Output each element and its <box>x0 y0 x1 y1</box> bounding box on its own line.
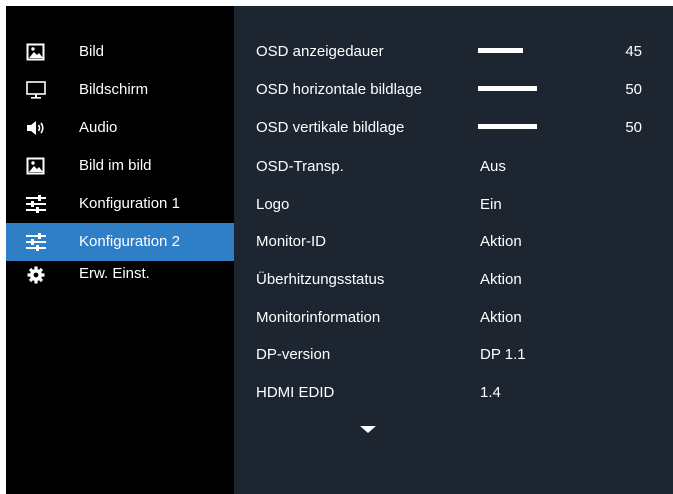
setting-label: OSD-Transp. <box>256 158 344 175</box>
setting-row-osd-horizontale-bildlage[interactable]: OSD horizontale bildlage 50 <box>234 72 673 108</box>
sidebar-item-label: Bildschirm <box>79 81 149 98</box>
setting-row-osd-vertikale-bildlage[interactable]: OSD vertikale bildlage 50 <box>234 110 673 146</box>
settings-panel: OSD anzeigedauer 45 OSD horizontale bild… <box>234 6 673 494</box>
sidebar-item-label: Konfiguration 1 <box>79 195 180 212</box>
sliders-icon <box>26 233 46 251</box>
setting-label: DP-version <box>256 346 331 363</box>
setting-row-hdmi-edid[interactable]: HDMI EDID 1.4 <box>234 375 673 411</box>
setting-slider[interactable] <box>478 86 568 91</box>
sidebar-item-bildschirm[interactable]: Bildschirm <box>6 71 234 109</box>
sliders-icon <box>26 195 46 213</box>
setting-value: DP 1.1 <box>480 346 526 363</box>
setting-row-logo[interactable]: Logo Ein <box>234 187 673 223</box>
monitor-icon <box>26 81 46 99</box>
setting-row-dp-version[interactable]: DP-version DP 1.1 <box>234 337 673 373</box>
setting-slider-value: 45 <box>625 43 642 60</box>
setting-value: Ein <box>480 196 502 213</box>
setting-value: 1.4 <box>480 384 501 401</box>
gear-icon <box>26 266 46 284</box>
sidebar-item-label: Konfiguration 2 <box>79 233 180 250</box>
setting-value: Aktion <box>480 271 522 288</box>
sidebar-item-label: Bild im bild <box>79 157 152 174</box>
setting-label: OSD horizontale bildlage <box>256 81 422 98</box>
sidebar-item-label: Erw. Einst. <box>79 265 150 282</box>
setting-label: Monitorinformation <box>256 309 381 326</box>
setting-slider[interactable] <box>478 124 568 129</box>
picture-icon <box>26 43 46 61</box>
sidebar-item-erw-einst[interactable]: Erw. Einst. <box>6 261 234 291</box>
setting-row-monitor-id[interactable]: Monitor-ID Aktion <box>234 224 673 260</box>
setting-slider[interactable] <box>478 48 568 53</box>
picture-in-picture-icon <box>26 157 46 175</box>
setting-value: Aus <box>480 158 506 175</box>
setting-label: Logo <box>256 196 290 213</box>
setting-label: OSD anzeigedauer <box>256 43 384 60</box>
setting-label: Überhitzungsstatus <box>256 271 385 288</box>
sidebar-item-label: Bild <box>79 43 105 60</box>
setting-label: HDMI EDID <box>256 384 335 401</box>
osd-menu: Bild Bildschirm Audio Bild im bild Konfi… <box>6 6 673 494</box>
setting-row-ueberhitzungsstatus[interactable]: Überhitzungsstatus Aktion <box>234 262 673 298</box>
setting-value: Aktion <box>480 309 522 326</box>
sidebar-item-konfiguration-1[interactable]: Konfiguration 1 <box>6 185 234 223</box>
setting-slider-value: 50 <box>625 81 642 98</box>
setting-row-osd-anzeigedauer[interactable]: OSD anzeigedauer 45 <box>234 34 673 70</box>
setting-label: OSD vertikale bildlage <box>256 119 405 136</box>
setting-slider-value: 50 <box>625 119 642 136</box>
setting-value: Aktion <box>480 233 522 250</box>
speaker-icon <box>26 119 46 137</box>
chevron-down-icon[interactable] <box>360 426 376 433</box>
sidebar-item-bild[interactable]: Bild <box>6 33 234 71</box>
sidebar-item-konfiguration-2[interactable]: Konfiguration 2 <box>6 223 234 261</box>
setting-row-osd-transp[interactable]: OSD-Transp. Aus <box>234 149 673 185</box>
setting-row-monitorinformation[interactable]: Monitorinformation Aktion <box>234 300 673 336</box>
setting-label: Monitor-ID <box>256 233 327 250</box>
sidebar-item-bild-im-bild[interactable]: Bild im bild <box>6 147 234 185</box>
sidebar-item-audio[interactable]: Audio <box>6 109 234 147</box>
sidebar-item-label: Audio <box>79 119 118 136</box>
